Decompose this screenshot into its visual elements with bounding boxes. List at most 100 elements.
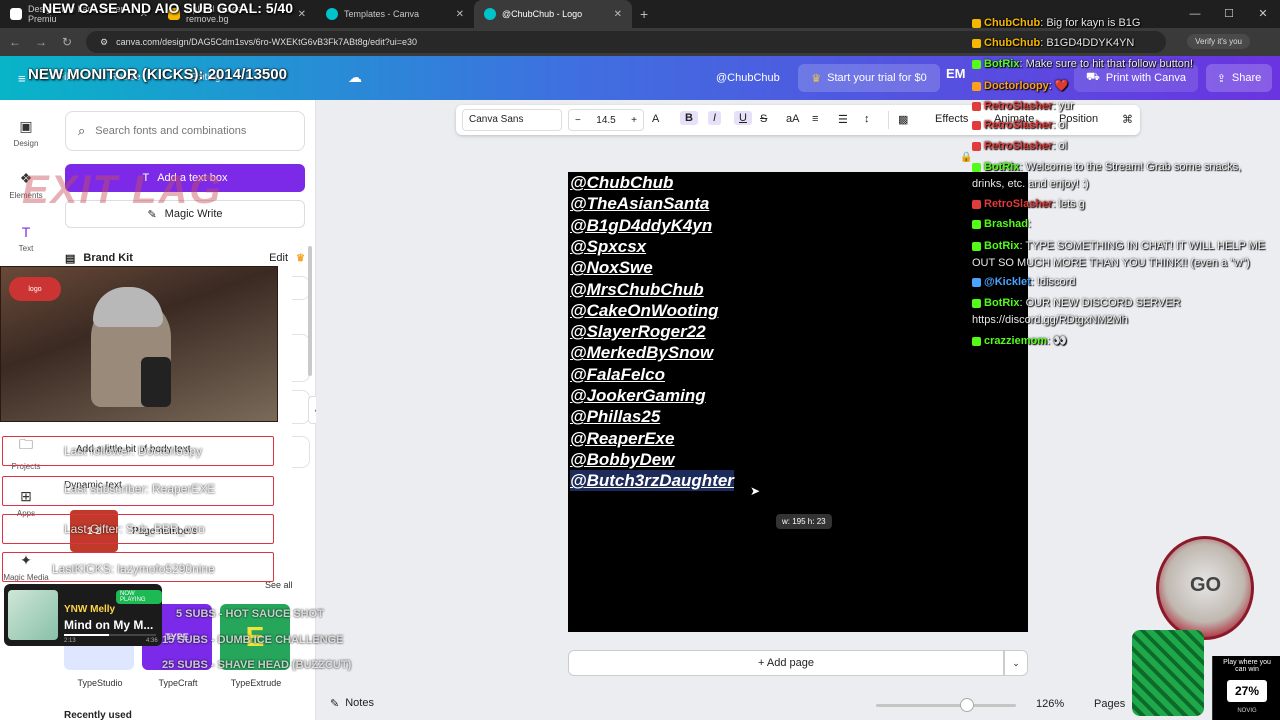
handle-text[interactable]: @BobbyDew: [570, 449, 674, 470]
song-total: 4:36: [146, 638, 158, 644]
font-family-dropdown[interactable]: Canva Sans: [462, 109, 562, 131]
notes-button[interactable]: ✎ Notes: [330, 697, 374, 710]
tab-close-icon[interactable]: ✕: [298, 9, 306, 20]
handle-text[interactable]: @ChubChub: [570, 172, 673, 193]
handle-text[interactable]: @Spxcsx: [570, 236, 646, 257]
search-placeholder: Search fonts and combinations: [95, 125, 247, 137]
pages-button[interactable]: Pages: [1094, 698, 1125, 710]
transparency-icon[interactable]: ▩: [898, 113, 908, 126]
rail-item-text[interactable]: T Text: [0, 224, 52, 253]
tab-close-icon[interactable]: ✕: [456, 9, 464, 20]
font-size-value[interactable]: 14.5: [596, 115, 615, 126]
handle-text[interactable]: @MerkedBySnow: [570, 342, 713, 363]
chevron-down-icon[interactable]: ⌄: [1004, 650, 1028, 676]
tab-close-icon[interactable]: ✕: [614, 9, 622, 20]
reload-icon[interactable]: ↻: [60, 35, 74, 49]
menu-icon[interactable]: ≡: [18, 71, 26, 86]
chat-text: : yur: [1052, 100, 1074, 112]
align-icon[interactable]: ≡: [812, 113, 818, 125]
text-icon: T: [21, 224, 31, 240]
list-icon[interactable]: ☰: [838, 113, 848, 126]
design-page[interactable]: @ChubChub @TheAsianSanta @B1gD4ddyK4yn @Spx…: [568, 172, 1028, 632]
handle-text[interactable]: @CakeOnWooting: [570, 300, 718, 321]
chat-text: : Big for kayn is B1G: [1040, 17, 1141, 29]
back-icon[interactable]: ←: [8, 35, 22, 49]
song-elapsed: 2:13: [64, 638, 76, 644]
chat-message: BotRix: Make sure to hit that follow but…: [972, 58, 1193, 70]
body-text-card[interactable]: [292, 436, 310, 468]
chat-message: OUT SO MUCH MORE THAN YOU THINK!! (even …: [972, 257, 1250, 269]
stream-chat-overlay: ChubChub: Big for kayn is B1G ChubChub: B…: [972, 8, 1278, 348]
letter-case-icon[interactable]: aA: [786, 113, 799, 125]
design-title[interactable]: @ChubChub: [716, 72, 780, 84]
chat-message: @Kicklet: !discord: [972, 276, 1075, 288]
size-tooltip: w: 195 h: 23: [776, 514, 832, 529]
crown-icon: ♛: [811, 72, 822, 85]
chat-text: :: [1028, 218, 1032, 230]
brand-kit-edit-link[interactable]: Edit: [269, 252, 288, 264]
brand-kit-row[interactable]: ▤ Brand Kit Edit ♛: [65, 250, 305, 266]
forward-icon[interactable]: →: [34, 35, 48, 49]
handle-text[interactable]: @Butch3rzDaughter: [570, 470, 734, 492]
effects-button[interactable]: Effects: [935, 113, 968, 125]
size-increase-button[interactable]: +: [631, 115, 637, 126]
italic-button[interactable]: I: [708, 111, 722, 125]
zoom-level[interactable]: 126%: [1036, 698, 1064, 710]
handle-text[interactable]: @ReaperExe: [570, 428, 674, 449]
handle-text[interactable]: @B1gD4ddyK4yn: [570, 215, 712, 236]
chat-text: : ol: [1052, 119, 1068, 131]
handle-text[interactable]: @FalaFelco: [570, 364, 665, 385]
chat-badge-icon: [972, 59, 981, 69]
start-trial-button[interactable]: ♛ Start your trial for $0: [798, 64, 940, 92]
panel-scrollbar[interactable]: [308, 246, 312, 376]
toolbar-divider: [888, 111, 889, 129]
underline-button[interactable]: U: [734, 111, 752, 125]
add-page-button[interactable]: + Add page: [568, 650, 1004, 676]
kicks-goal-overlay: NEW MONITOR (KICKS): 2014/13500: [28, 66, 287, 83]
text-color-icon[interactable]: A: [652, 113, 659, 125]
chat-badge-icon: [972, 162, 981, 172]
brand-kit-label: Brand Kit: [83, 252, 133, 264]
handle-text[interactable]: @TheAsianSanta: [570, 193, 709, 214]
webcam-overlay: logo: [0, 266, 278, 422]
strikethrough-icon[interactable]: S: [760, 113, 767, 125]
chat-text: : B1GD4DDYK4YN: [1040, 37, 1135, 49]
chat-message: Doctorloopy: ❤️: [972, 79, 1069, 92]
last-gifter-text: Last Gifter: Sub_BBB_ooo: [64, 522, 205, 536]
last-kicks-text: LastKICKS: lazymofo5290nine: [52, 562, 215, 576]
plant-decoration: [1132, 630, 1204, 716]
new-tab-button[interactable]: +: [632, 6, 656, 22]
size-decrease-button[interactable]: −: [575, 115, 581, 126]
chat-username: RetroSlasher: [984, 119, 1053, 131]
tab-favicon-icon: [10, 8, 22, 20]
font-search-input[interactable]: ⌕ Search fonts and combinations: [65, 111, 305, 151]
chat-username: BotRix: [984, 58, 1020, 70]
lock-icon[interactable]: 🔒: [960, 152, 972, 163]
handle-text[interactable]: @SlayerRoger22: [570, 321, 706, 342]
spacing-icon[interactable]: ↕: [864, 113, 870, 125]
handle-text[interactable]: @MrsChubChub: [570, 279, 704, 300]
zoom-slider[interactable]: [876, 704, 1016, 707]
bold-button[interactable]: B: [680, 111, 698, 125]
rail-item-design[interactable]: ▣ Design: [0, 118, 52, 148]
chat-message: ChubChub: B1GD4DDYK4YN: [972, 37, 1134, 49]
chat-username: RetroSlasher: [984, 198, 1053, 210]
now-playing-badge: NOW PLAYING: [116, 590, 162, 604]
chat-badge-icon: [972, 18, 981, 28]
chat-text: drinks, etc. and enjoy! :): [972, 178, 1089, 190]
site-info-icon[interactable]: ⚙: [100, 37, 108, 48]
browser-tab-4-active[interactable]: @ChubChub - Logo ✕: [474, 0, 632, 28]
browser-tab-3[interactable]: Templates - Canva ✕: [316, 0, 474, 28]
chat-message: crazziemom: 👀: [972, 334, 1067, 347]
font-label: TypeStudio: [77, 678, 123, 688]
last-subscriber-text: Last subscriber: ReaperEXE: [64, 482, 216, 496]
handle-text[interactable]: @JookerGaming: [570, 385, 706, 406]
chat-text: : 👀: [1046, 335, 1067, 347]
chat-message: RetroSlasher: yur: [972, 100, 1074, 112]
avatar[interactable]: EM: [946, 66, 974, 90]
streamer-logo-icon: logo: [9, 277, 61, 301]
handle-text[interactable]: @Phillas25: [570, 406, 660, 427]
handle-text[interactable]: @NoxSwe: [570, 257, 653, 278]
font-size-stepper[interactable]: − 14.5 +: [568, 109, 644, 131]
zoom-slider-handle[interactable]: [960, 698, 974, 712]
